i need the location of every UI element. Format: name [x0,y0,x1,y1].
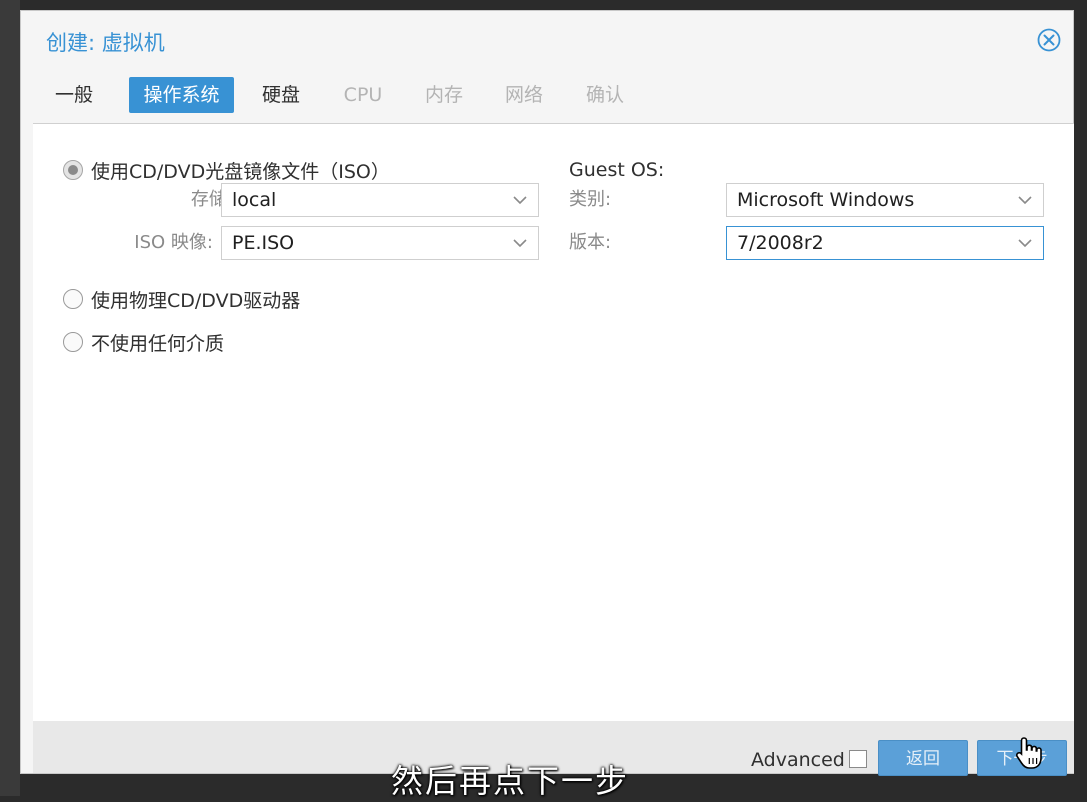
tab-general[interactable]: 一般 [49,77,99,113]
storage-value: local [232,189,277,211]
radio-iso-label: 使用CD/DVD光盘镜像文件（ISO） [91,160,390,183]
radio-option-none[interactable]: 不使用任何介质 [63,329,224,355]
tab-memory: 内存 [424,84,463,106]
iso-image-select[interactable]: PE.ISO [221,226,539,260]
chevron-down-icon [1018,196,1032,205]
tab-cpu: CPU [343,84,383,106]
guest-os-title: Guest OS: [569,159,665,181]
iso-image-label: ISO 映像: [134,232,213,253]
radio-option-physical[interactable]: 使用物理CD/DVD驱动器 [63,286,300,312]
storage-select[interactable]: local [221,183,539,217]
wizard-content: 使用CD/DVD光盘镜像文件（ISO） 存储: local ISO 映像: PE… [33,123,1074,723]
os-version-label: 版本: [569,232,612,253]
dialog-title-bar: 创建: 虚拟机 [21,11,1073,73]
iso-image-value: PE.ISO [232,232,295,254]
create-vm-dialog: 创建: 虚拟机 一般 操作系统 硬盘 CPU 内存 网络 确认 使用CD/DVD… [20,10,1074,776]
chevron-down-icon [1018,239,1032,248]
dialog-title: 创建: 虚拟机 [46,31,165,55]
radio-iso[interactable] [63,160,83,180]
os-version-value: 7/2008r2 [737,232,824,254]
tab-harddisk[interactable]: 硬盘 [257,77,305,113]
radio-none-label: 不使用任何介质 [91,332,225,355]
radio-option-iso[interactable]: 使用CD/DVD光盘镜像文件（ISO） [63,157,390,183]
tab-network: 网络 [504,84,543,106]
os-type-label: 类别: [569,189,612,210]
chevron-down-icon [513,239,527,248]
tab-confirm: 确认 [585,84,624,106]
os-type-value: Microsoft Windows [737,189,915,211]
background-edge [0,0,20,796]
radio-none[interactable] [63,332,83,352]
close-icon[interactable] [1037,28,1061,52]
os-type-select[interactable]: Microsoft Windows [726,183,1044,217]
chevron-down-icon [513,196,527,205]
radio-physical[interactable] [63,289,83,309]
os-version-select[interactable]: 7/2008r2 [726,226,1044,260]
radio-physical-label: 使用物理CD/DVD驱动器 [91,289,301,312]
video-subtitle: 然后再点下一步 [390,762,629,800]
tab-os[interactable]: 操作系统 [129,77,234,113]
